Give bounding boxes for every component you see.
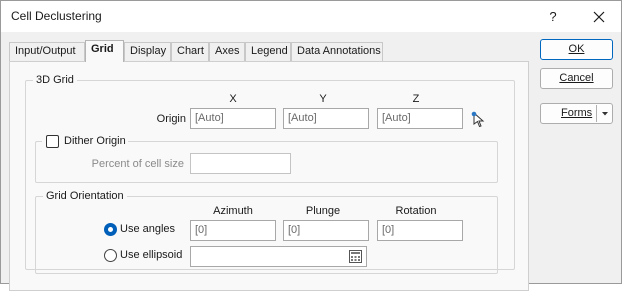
cursor-pick-icon[interactable]: [470, 110, 488, 128]
header-y: Y: [319, 93, 327, 105]
help-button[interactable]: ?: [531, 1, 575, 32]
origin-z-field[interactable]: [Auto]: [377, 108, 463, 129]
chevron-down-icon[interactable]: [598, 104, 612, 123]
azimuth-field[interactable]: [0]: [190, 220, 276, 241]
header-plunge: Plunge: [305, 205, 341, 217]
ok-button[interactable]: OK: [540, 39, 613, 60]
calculator-icon[interactable]: [349, 250, 362, 263]
grid-tab-panel: 3D Grid X Y Z Origin [Auto] [Auto] [Auto…: [9, 61, 529, 291]
header-x: X: [229, 93, 237, 105]
dither-origin-label: Dither Origin: [64, 135, 126, 147]
header-z: Z: [412, 93, 420, 105]
use-angles-radio[interactable]: [104, 223, 117, 236]
close-icon: [593, 11, 605, 22]
cancel-button-label: Cancel: [559, 72, 594, 84]
origin-y-field[interactable]: [Auto]: [283, 108, 369, 129]
tab-chart[interactable]: Chart: [171, 42, 209, 61]
window-title: Cell Declustering: [11, 9, 102, 23]
origin-x-field[interactable]: [Auto]: [190, 108, 276, 129]
percent-cell-size-field[interactable]: [190, 153, 291, 174]
group-title-3d-grid: 3D Grid: [33, 74, 77, 87]
origin-label: Origin: [156, 113, 186, 125]
tab-legend[interactable]: Legend: [245, 42, 291, 61]
rotation-field[interactable]: [0]: [377, 220, 463, 241]
tab-axes[interactable]: Axes: [209, 42, 245, 61]
close-button[interactable]: [577, 1, 621, 32]
tab-display[interactable]: Display: [124, 42, 171, 61]
ok-button-label: OK: [568, 43, 585, 55]
cancel-button[interactable]: Cancel: [540, 68, 613, 89]
dialog-window: Cell Declustering ? Input/Output Grid Di…: [0, 0, 622, 291]
group-title-grid-orientation: Grid Orientation: [43, 190, 127, 203]
tab-input-output[interactable]: Input/Output: [9, 42, 85, 61]
ellipsoid-field[interactable]: [190, 246, 367, 267]
title-bar: Cell Declustering ?: [1, 1, 621, 32]
tab-data-annotations[interactable]: Data Annotations: [291, 42, 383, 61]
dither-origin-checkbox-wrap[interactable]: Dither Origin: [42, 134, 128, 148]
percent-cell-size-label: Percent of cell size: [91, 158, 184, 170]
forms-button-label: Forms: [561, 107, 593, 119]
header-rotation: Rotation: [395, 205, 437, 217]
use-ellipsoid-label[interactable]: Use ellipsoid: [120, 248, 182, 262]
forms-button-separator: [596, 105, 597, 122]
use-angles-label[interactable]: Use angles: [120, 222, 175, 236]
use-ellipsoid-radio[interactable]: [104, 249, 117, 262]
header-azimuth: Azimuth: [213, 205, 253, 217]
dither-origin-checkbox[interactable]: [46, 135, 59, 148]
tab-grid[interactable]: Grid: [85, 40, 124, 62]
plunge-field[interactable]: [0]: [283, 220, 369, 241]
